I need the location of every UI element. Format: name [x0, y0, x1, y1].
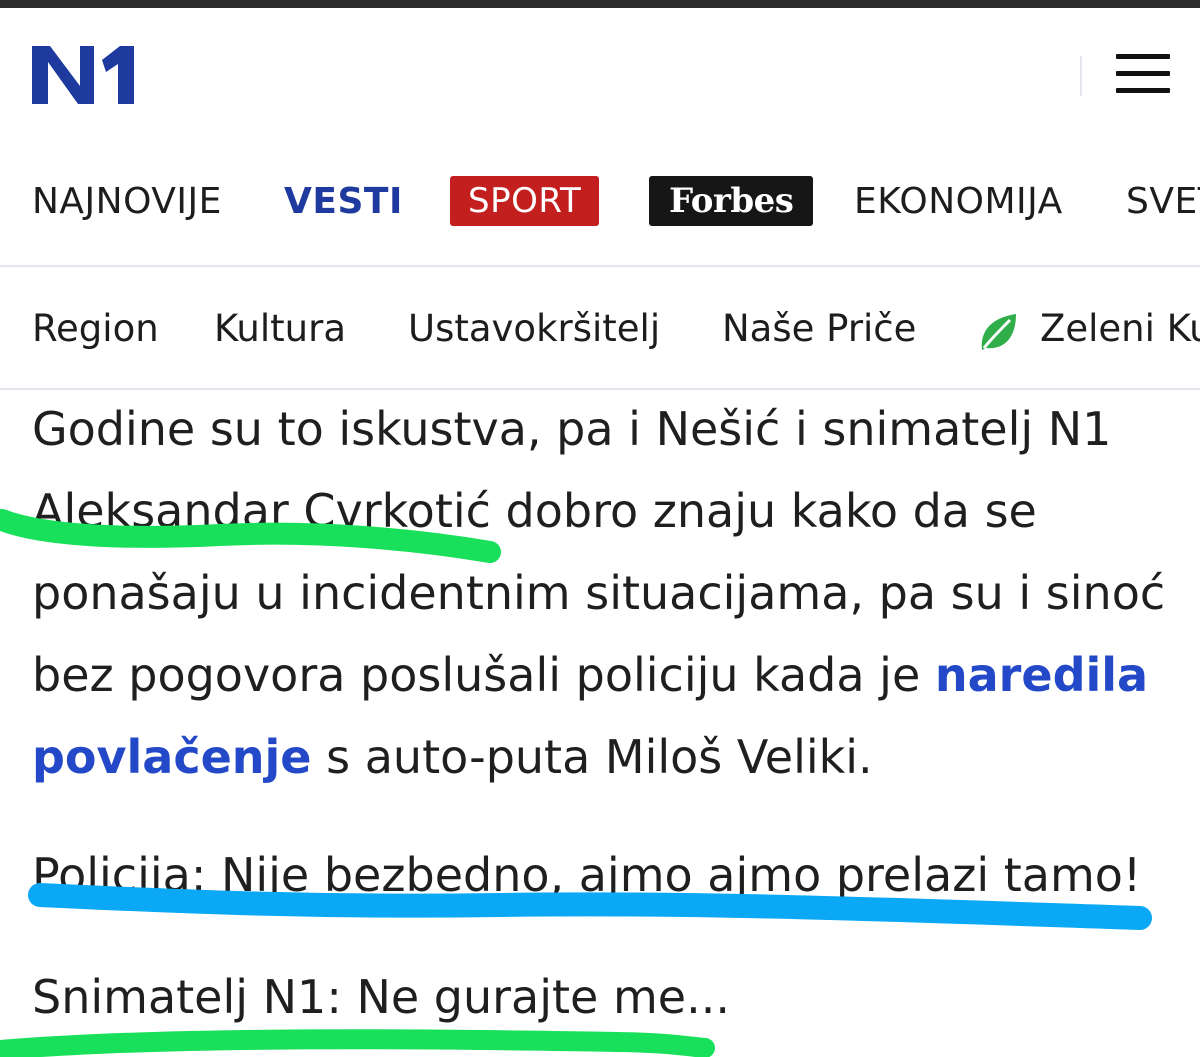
subnav-item-kultura[interactable]: Kultura: [214, 304, 346, 354]
top-bar: [0, 0, 1200, 8]
dialog-police: Policija: Nije bezbedno, ajmo ajmo prela…: [32, 848, 1142, 902]
subnav-item-zeleni-kutak[interactable]: Zeleni Kutak: [1040, 304, 1200, 354]
nav-item-vesti[interactable]: VESTI: [284, 178, 403, 226]
nav-item-sport[interactable]: SPORT: [450, 176, 600, 226]
nav-item-forbes[interactable]: Forbes: [649, 176, 814, 226]
green-underline-cameraman: [0, 1029, 715, 1057]
subnav-item-region[interactable]: Region: [32, 304, 159, 354]
header-divider: [1080, 56, 1082, 96]
nav-item-najnovije[interactable]: NAJNOVIJE: [32, 178, 222, 226]
article-paragraph: Godine su to iskustva, pa i Nešić i snim…: [32, 402, 1166, 784]
hamburger-icon[interactable]: [1116, 52, 1172, 96]
article-body: Godine su to iskustva, pa i Nešić i snim…: [32, 388, 1182, 798]
n1-logo[interactable]: [30, 40, 140, 108]
nav-divider: [0, 265, 1200, 267]
subnav-item-nase-price[interactable]: Naše Priče: [722, 304, 916, 354]
leaf-icon: [981, 314, 1016, 350]
secondary-nav: Region Kultura Ustavokršitelj Naše Priče…: [0, 296, 1200, 366]
primary-nav: NAJNOVIJE VESTI SPORT Forbes EKONOMIJA S…: [0, 168, 1200, 238]
nav-item-ekonomija[interactable]: EKONOMIJA: [854, 178, 1063, 226]
nav-item-svet[interactable]: SVET: [1126, 178, 1200, 226]
dialog-cameraman: Snimatelj N1: Ne gurajte me...: [32, 970, 730, 1024]
subnav-item-ustavokrsitelj[interactable]: Ustavokršitelj: [408, 304, 660, 354]
